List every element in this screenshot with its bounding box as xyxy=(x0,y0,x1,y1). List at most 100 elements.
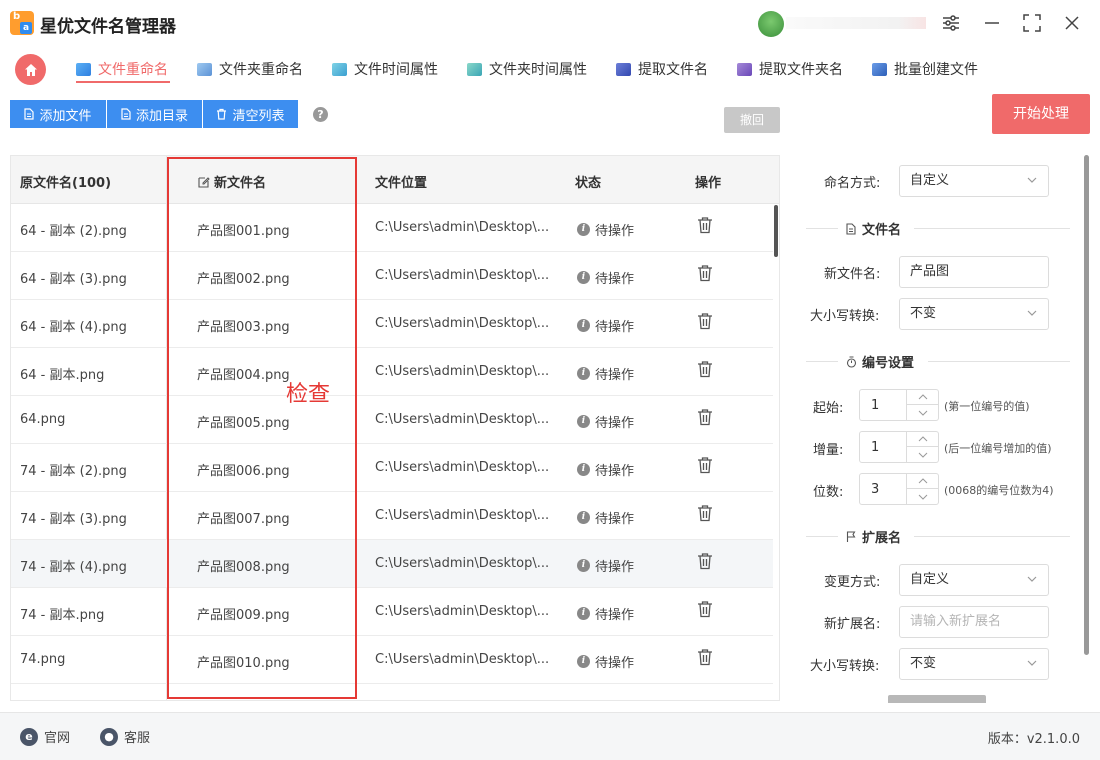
status-cell: i 待操作 xyxy=(577,652,634,671)
undo-button[interactable]: 撤回 xyxy=(724,107,780,133)
step-value: 1 xyxy=(871,440,880,455)
case-label: 大小写转换: xyxy=(810,309,880,324)
digits-value: 3 xyxy=(871,482,880,497)
user-name-bar[interactable] xyxy=(786,17,926,29)
location-cell: C:\Users\admin\Desktop\... xyxy=(375,412,550,427)
add-directory-button[interactable]: 添加目录 xyxy=(107,100,202,128)
table-row[interactable]: 64 - 副本 (2).png 产品图001.png C:\Users\admin\… xyxy=(11,204,773,252)
add-file-button[interactable]: 添加文件 xyxy=(10,100,106,128)
tab-label: 提取文件夹名 xyxy=(759,62,843,78)
avatar[interactable] xyxy=(758,11,784,37)
stepper-down-icon[interactable] xyxy=(906,489,939,504)
stepper-up-icon[interactable] xyxy=(906,432,939,447)
table-scrollbar[interactable] xyxy=(774,205,778,257)
new-name-cell: 产品图008.png xyxy=(197,560,290,575)
step-label: 增量: xyxy=(813,443,844,458)
table-row[interactable]: 74 - 副本 (2).png 产品图006.png C:\Users\admin\… xyxy=(11,444,773,492)
table-row[interactable] xyxy=(11,684,773,700)
tab-batch-create[interactable]: 批量创建文件 xyxy=(872,56,978,82)
minimize-icon[interactable] xyxy=(979,10,1005,36)
section-divider xyxy=(914,228,1070,229)
start-processing-button[interactable]: 开始处理 xyxy=(992,94,1090,134)
naming-method-value: 自定义 xyxy=(910,173,950,188)
tab-label: 批量创建文件 xyxy=(894,62,978,78)
status-text: 待操作 xyxy=(595,608,635,623)
tab-label: 文件夹时间属性 xyxy=(489,62,587,78)
stepper-up-icon[interactable] xyxy=(906,474,939,489)
tab-extract-foldername[interactable]: 提取文件夹名 xyxy=(737,56,843,82)
status-cell: i 待操作 xyxy=(577,220,634,239)
clear-list-button[interactable]: 清空列表 xyxy=(203,100,298,128)
table-row[interactable]: 74.png 产品图010.png C:\Users\admin\Desktop\.… xyxy=(11,636,773,684)
status-cell: i 待操作 xyxy=(577,460,634,479)
chevron-down-icon xyxy=(1027,177,1037,183)
delete-icon[interactable] xyxy=(697,552,713,570)
location-cell: C:\Users\admin\Desktop\... xyxy=(375,268,550,283)
delete-icon[interactable] xyxy=(697,360,713,378)
tab-file-rename[interactable]: 文件重命名 xyxy=(76,56,168,82)
footer: e 官网 ● 客服 版本：v2.1.0.0 xyxy=(0,712,1100,760)
table-row[interactable]: 64 - 副本 (4).png 产品图003.png C:\Users\admin\… xyxy=(11,300,773,348)
delete-icon[interactable] xyxy=(697,216,713,234)
delete-icon[interactable] xyxy=(697,600,713,618)
delete-icon[interactable] xyxy=(697,456,713,474)
table-header: 原文件名(100) 新文件名 文件位置 状态 操作 xyxy=(11,156,779,204)
tab-file-time[interactable]: 文件时间属性 xyxy=(332,56,438,82)
location-cell: C:\Users\admin\Desktop\... xyxy=(375,220,550,235)
website-link[interactable]: e 官网 xyxy=(20,727,70,746)
help-icon[interactable]: ? xyxy=(313,107,328,122)
app-window: b a 星优文件名管理器 文件重命名 文件夹重命名 文件时间属性 文件夹时间属性… xyxy=(0,0,1100,760)
file-icon xyxy=(24,108,35,120)
status-text: 待操作 xyxy=(595,272,635,287)
delete-icon[interactable] xyxy=(697,312,713,330)
table-row[interactable]: 64 - 副本.png 产品图004.png C:\Users\admin\Desk… xyxy=(11,348,773,396)
ext-case-select[interactable]: 不变 xyxy=(899,648,1049,680)
panel-partial-button[interactable] xyxy=(888,695,986,703)
table-row[interactable]: 74 - 副本 (4).png 产品图008.png C:\Users\admin\… xyxy=(11,540,773,588)
start-label: 起始: xyxy=(813,401,844,416)
section-divider xyxy=(806,228,838,229)
start-stepper[interactable]: 1 xyxy=(859,389,939,421)
stepper-up-icon[interactable] xyxy=(906,390,939,405)
stepper-down-icon[interactable] xyxy=(906,405,939,420)
home-button[interactable] xyxy=(15,54,46,85)
ext-method-select[interactable]: 自定义 xyxy=(899,564,1049,596)
delete-icon[interactable] xyxy=(697,648,713,666)
filename-section: 文件名 xyxy=(806,219,1070,239)
status-cell: i 待操作 xyxy=(577,364,634,383)
table-row[interactable]: 74 - 副本 (3).png 产品图007.png C:\Users\admin\… xyxy=(11,492,773,540)
tab-label: 提取文件名 xyxy=(638,62,708,78)
status-text: 待操作 xyxy=(595,656,635,671)
digits-stepper[interactable]: 3 xyxy=(859,473,939,505)
status-text: 待操作 xyxy=(595,512,635,527)
header-location: 文件位置 xyxy=(375,176,428,191)
stepper-down-icon[interactable] xyxy=(906,447,939,462)
new-name-cell: 产品图007.png xyxy=(197,512,290,527)
delete-icon[interactable] xyxy=(697,264,713,282)
new-ext-label: 新扩展名: xyxy=(824,617,881,632)
support-link[interactable]: ● 客服 xyxy=(100,727,150,746)
maximize-icon[interactable] xyxy=(1019,10,1045,36)
case-select[interactable]: 不变 xyxy=(899,298,1049,330)
table-row[interactable]: 74 - 副本.png 产品图009.png C:\Users\admin\Desk… xyxy=(11,588,773,636)
tab-folder-rename[interactable]: 文件夹重命名 xyxy=(197,56,303,82)
new-ext-input[interactable]: 请输入新扩展名 xyxy=(899,606,1049,638)
location-cell: C:\Users\admin\Desktop\... xyxy=(375,460,550,475)
close-icon[interactable] xyxy=(1059,10,1085,36)
tab-extract-filename[interactable]: 提取文件名 xyxy=(616,56,708,82)
original-name-cell: 64 - 副本 (2).png xyxy=(20,224,127,239)
info-icon: i xyxy=(577,559,590,572)
table-row[interactable]: 64 - 副本 (3).png 产品图002.png C:\Users\admin\… xyxy=(11,252,773,300)
table-row[interactable]: 64.png 产品图005.png C:\Users\admin\Desktop\.… xyxy=(11,396,773,444)
new-name-cell: 产品图005.png xyxy=(197,416,290,431)
settings-icon[interactable] xyxy=(938,10,964,36)
naming-method-select[interactable]: 自定义 xyxy=(899,165,1049,197)
tab-folder-time[interactable]: 文件夹时间属性 xyxy=(467,56,587,82)
delete-icon[interactable] xyxy=(697,504,713,522)
extension-section-label: 扩展名 xyxy=(862,531,902,546)
delete-icon[interactable] xyxy=(697,408,713,426)
section-title: 文件名 xyxy=(846,219,901,238)
step-stepper[interactable]: 1 xyxy=(859,431,939,463)
new-name-input[interactable]: 产品图 xyxy=(899,256,1049,288)
panel-scrollbar[interactable] xyxy=(1084,155,1089,655)
